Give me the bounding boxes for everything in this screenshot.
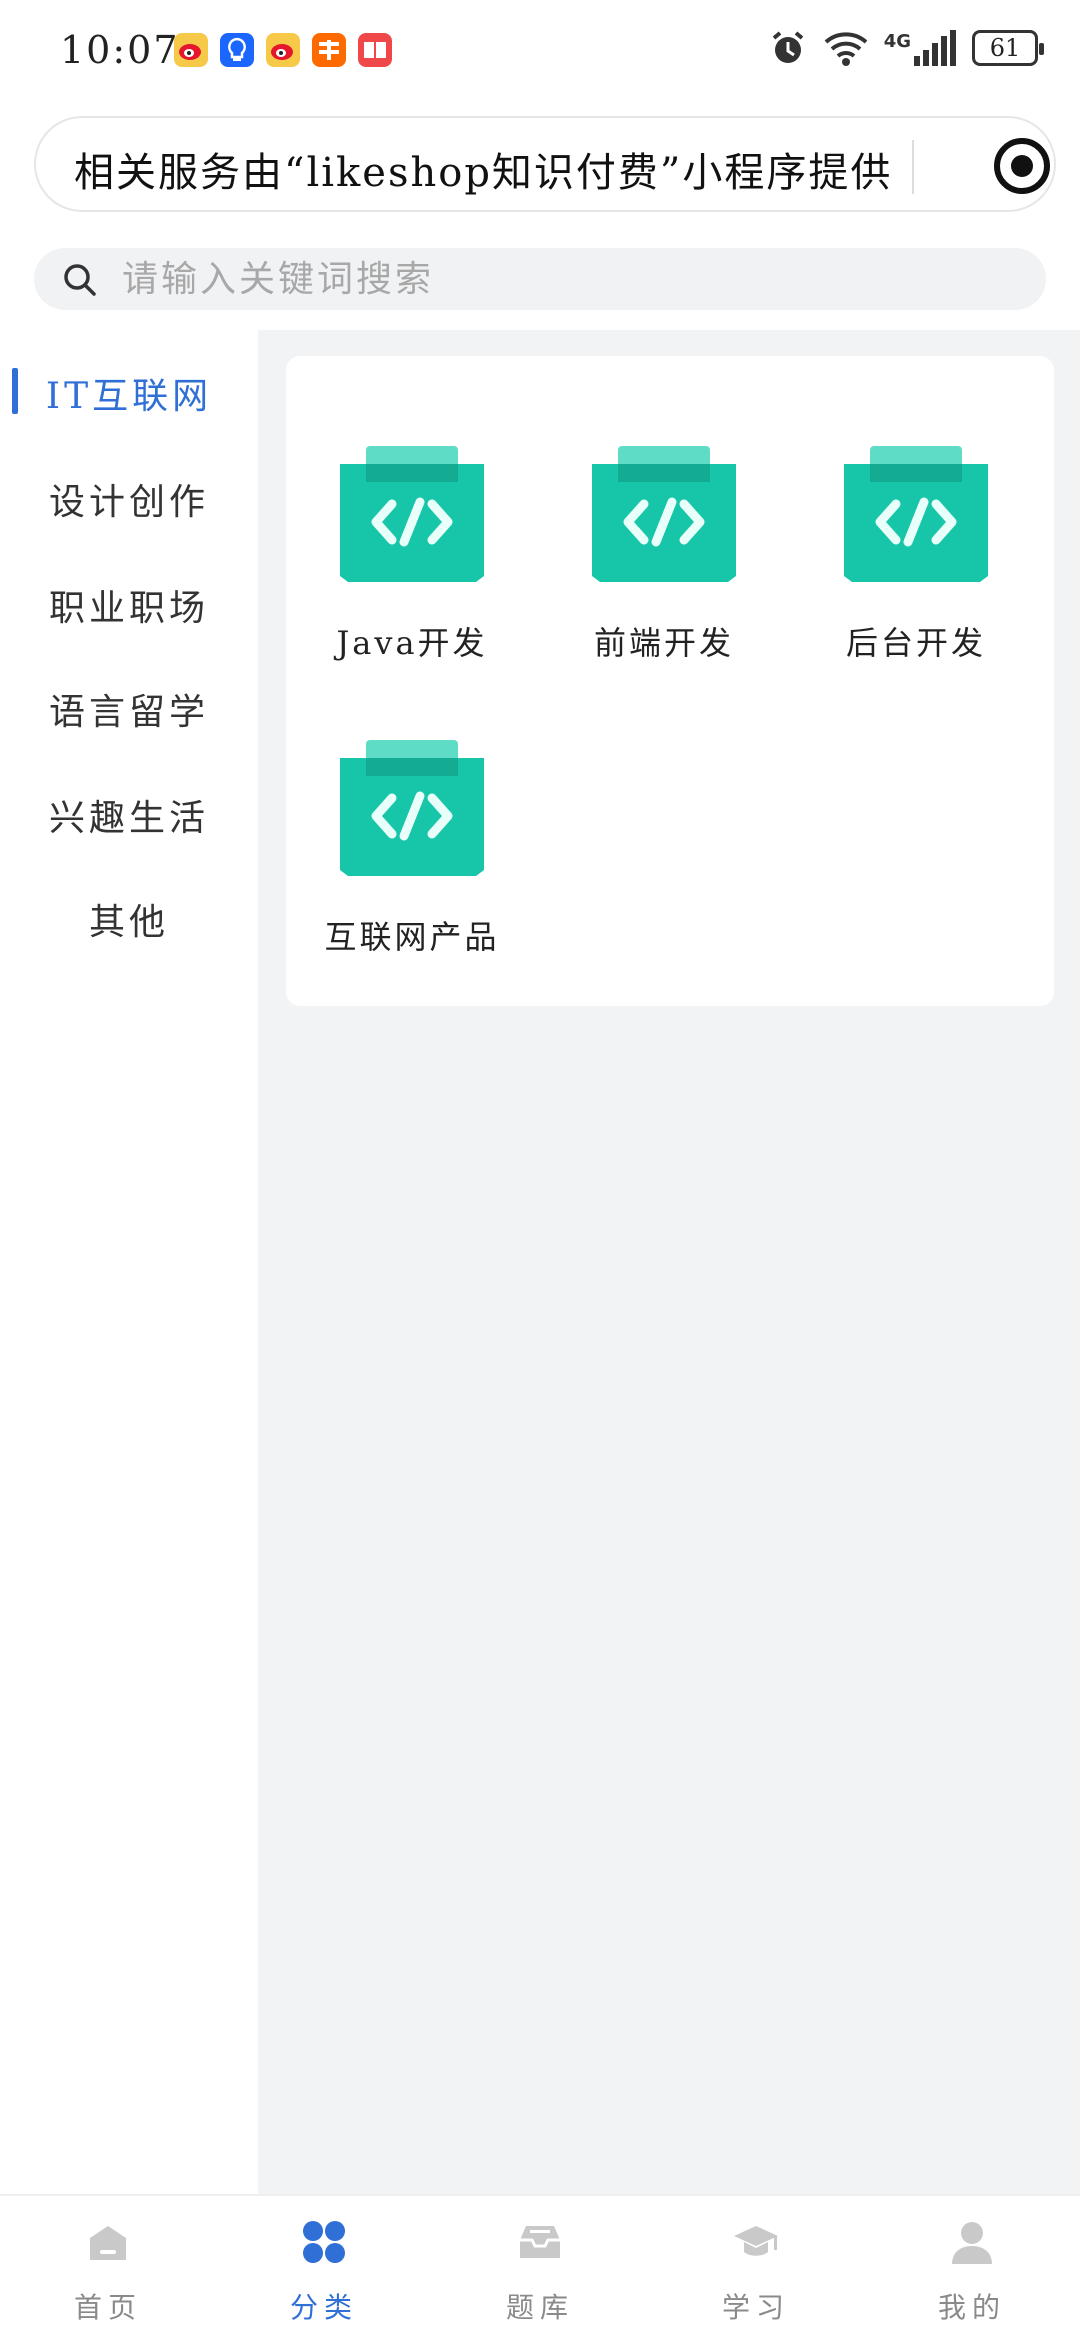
category-other[interactable]: 其他 (0, 884, 258, 954)
graduation-cap-icon (734, 2226, 778, 2256)
tab-home[interactable]: 首页 (0, 2196, 216, 2340)
subcategory-label: 后台开发 (845, 624, 986, 662)
category-career[interactable]: 职业职场 (0, 570, 258, 640)
tab-label: 我的 (937, 2291, 1006, 2324)
category-language-study-abroad[interactable]: 语言留学 (0, 674, 258, 744)
subcategory-backend[interactable]: 后台开发 (790, 446, 1042, 686)
search-bar[interactable] (34, 248, 1046, 310)
weibo-notification-icon (174, 33, 208, 67)
tab-question-bank[interactable]: 题库 (432, 2196, 648, 2340)
subcategory-label: 前端开发 (593, 624, 734, 662)
notification-icons (174, 33, 392, 67)
subcategory-card: Java开发 前端开发 后台开发 互联网产品 (286, 356, 1054, 1006)
tab-mine[interactable]: 我的 (864, 2196, 1080, 2340)
subcategory-internet-product[interactable]: 互联网产品 (286, 740, 538, 980)
tab-category[interactable]: 分类 (216, 2196, 432, 2340)
network-type-badge: 4G (884, 30, 958, 66)
search-icon (64, 264, 96, 296)
close-capsule-icon[interactable] (994, 138, 1050, 194)
status-bar: 10:07 4G 61 (0, 0, 1080, 100)
taobao-notification-icon (312, 33, 346, 67)
tab-label: 首页 (73, 2291, 142, 2324)
tab-label: 分类 (289, 2291, 358, 2324)
subcategory-frontend[interactable]: 前端开发 (538, 446, 790, 686)
battery-indicator: 61 (972, 30, 1044, 66)
signal-icon (914, 30, 956, 66)
subcategory-label: Java开发 (336, 624, 488, 662)
tab-label: 学习 (721, 2291, 790, 2324)
alarm-icon (772, 31, 803, 63)
notice-divider (912, 140, 914, 194)
battery-level: 61 (989, 34, 1021, 62)
question-bank-icon (520, 2226, 560, 2258)
code-folder-icon (340, 740, 484, 876)
bulb-app-notification-icon (220, 33, 254, 67)
status-right: 4G 61 (768, 28, 1044, 68)
tab-study[interactable]: 学习 (648, 2196, 864, 2340)
weibo-notification-icon-2 (266, 33, 300, 67)
notice-text: 相关服务由“likeshop知识付费”小程序提供 (74, 150, 893, 196)
home-icon (90, 2226, 126, 2260)
subcategory-label: 互联网产品 (324, 918, 500, 956)
user-icon (952, 2222, 992, 2264)
network-type-label: 4G (883, 31, 911, 52)
search-input[interactable] (122, 254, 1002, 304)
code-folder-icon (592, 446, 736, 582)
category-it-internet[interactable]: IT互联网 (0, 358, 258, 428)
bottom-tab-bar: 首页 分类 题库 学习 我的 (0, 2194, 1080, 2340)
code-folder-icon (844, 446, 988, 582)
category-design[interactable]: 设计创作 (0, 464, 258, 534)
category-icon (303, 2221, 345, 2263)
mini-program-notice[interactable]: 相关服务由“likeshop知识付费”小程序提供 (34, 116, 1056, 212)
status-time: 10:07 (60, 28, 180, 72)
category-hobby-life[interactable]: 兴趣生活 (0, 780, 258, 850)
subcategory-java[interactable]: Java开发 (286, 446, 538, 686)
wifi-icon (824, 32, 868, 66)
reader-notification-icon (358, 33, 392, 67)
tab-label: 题库 (505, 2291, 574, 2324)
code-folder-icon (340, 446, 484, 582)
